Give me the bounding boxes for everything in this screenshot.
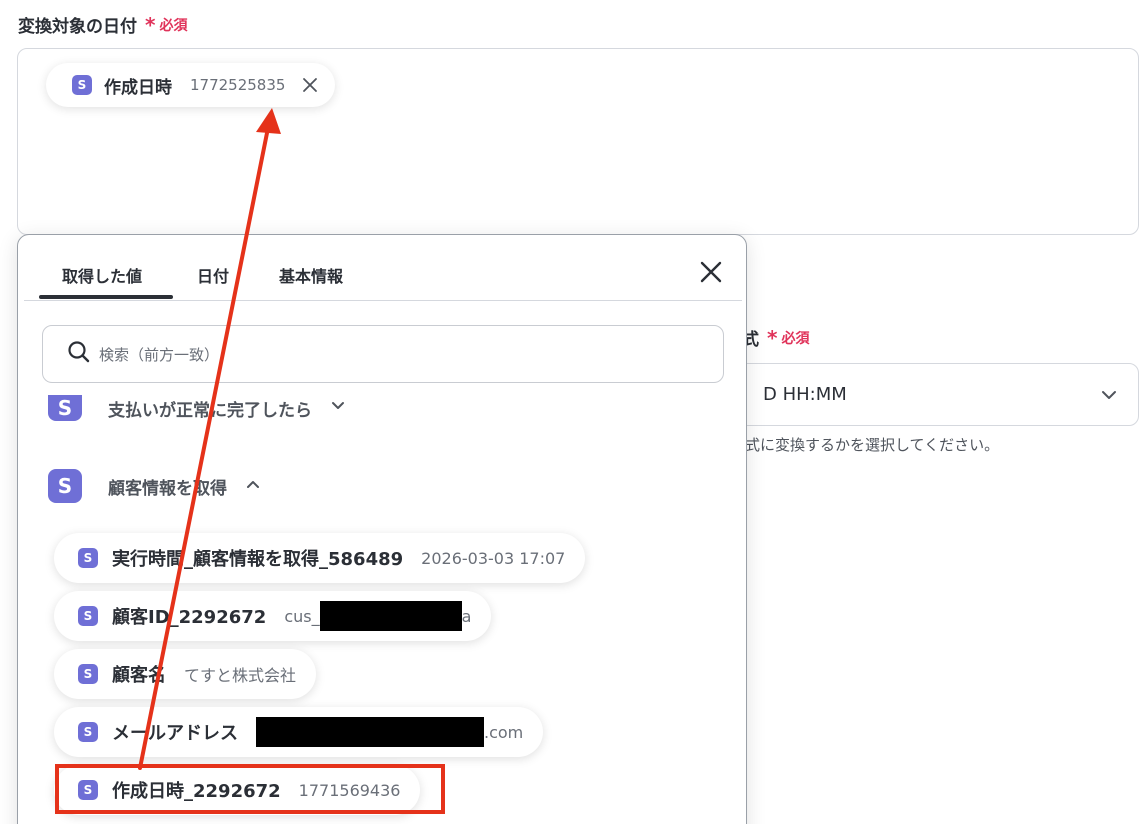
tab-basic-info[interactable]: 基本情報 [279, 263, 343, 287]
list-item[interactable]: S 顧客ID_2292672 cus_ a [54, 591, 492, 641]
item-value-suffix: a [461, 606, 472, 626]
target-date-label: 変換対象の日付 * 必須 [18, 12, 188, 38]
item-name: 顧客名 [112, 665, 166, 686]
selected-value-chip[interactable]: S 作成日時 1772525835 [46, 63, 336, 107]
format-label: 式 * 必須 [742, 325, 810, 351]
picker-tabs: 取得した値 日付 基本情報 [18, 235, 746, 301]
s-app-icon: S [72, 75, 92, 95]
item-value: てすと株式会社 [184, 666, 297, 685]
redaction-block [319, 601, 462, 631]
required-star: * [767, 325, 778, 350]
search-icon [67, 340, 91, 368]
section-label: 顧客情報を取得 [108, 478, 227, 499]
chip-value: 1772525835 [190, 76, 286, 94]
search-input[interactable]: 検索（前方一致） [42, 325, 724, 383]
tab-acquired-values[interactable]: 取得した値 [62, 263, 142, 287]
s-app-icon: S [78, 606, 98, 626]
s-app-icon: S [78, 664, 98, 684]
item-name: メールアドレス [112, 723, 238, 744]
chevron-down-icon [330, 398, 346, 418]
annotation-highlight-box [55, 764, 445, 814]
item-name: 実行時間_顧客情報を取得_586489 [112, 549, 404, 570]
list-item[interactable]: S 顧客名 てすと株式会社 [54, 649, 317, 699]
list-item[interactable]: S 実行時間_顧客情報を取得_586489 2026-03-03 17:07 [54, 533, 586, 583]
target-date-label-text: 変換対象の日付 [18, 17, 137, 37]
s-app-icon: S [78, 722, 98, 742]
item-value-prefix: cus_ [284, 606, 320, 626]
item-value: 2026-03-03 17:07 [421, 548, 566, 568]
section-payment-completed[interactable]: S 支払いが正常に完了したら [48, 395, 346, 421]
item-value-suffix: .com [484, 722, 524, 742]
s-app-icon: S [48, 469, 82, 503]
chevron-up-icon [245, 476, 261, 496]
chevron-down-icon [1100, 386, 1118, 409]
item-name: 顧客ID_2292672 [112, 607, 267, 628]
format-select-value: D HH:MM [763, 384, 847, 405]
format-select[interactable]: D HH:MM [738, 363, 1139, 426]
close-icon[interactable] [301, 76, 319, 94]
required-star: * [145, 12, 156, 37]
section-get-customer-info[interactable]: S 顧客情報を取得 [48, 469, 261, 503]
list-item[interactable]: S メールアドレス .com [54, 707, 544, 757]
chip-name: 作成日時 [104, 77, 172, 98]
tab-date[interactable]: 日付 [197, 263, 229, 287]
search-placeholder: 検索（前方一致） [99, 345, 220, 364]
value-picker-panel: 取得した値 日付 基本情報 検索（前方一致） S 支払いが正常に完了したら S … [17, 234, 747, 824]
s-app-icon: S [48, 395, 82, 421]
tabs-divider [24, 300, 742, 301]
redaction-block [256, 717, 484, 747]
s-app-icon: S [78, 548, 98, 568]
format-help-text: 式に変換するかを選択してください。 [745, 436, 1000, 454]
active-tab-indicator [39, 295, 173, 299]
close-icon[interactable] [698, 259, 724, 285]
required-text: 必須 [781, 330, 810, 347]
required-text: 必須 [159, 17, 188, 34]
section-label: 支払いが正常に完了したら [108, 400, 312, 421]
